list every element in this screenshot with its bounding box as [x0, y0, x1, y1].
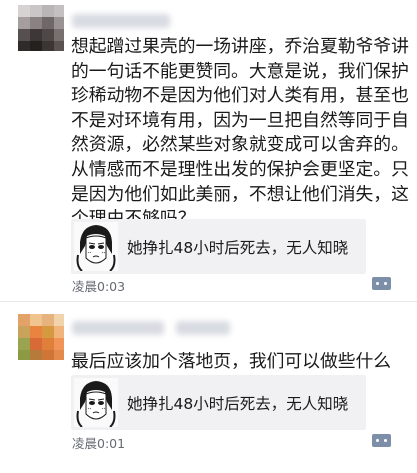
link-card-title: 她挣扎48小时后死去，无人知晓 [127, 239, 349, 257]
post-time: 凌晨0:01 [72, 436, 126, 451]
link-card-title: 她挣扎48小时后死去，无人知晓 [127, 395, 349, 413]
manga-face-thumbnail [74, 378, 118, 427]
comment-icon[interactable] [372, 434, 391, 447]
avatar[interactable] [18, 314, 64, 360]
link-card[interactable]: 她挣扎48小时后死去，无人知晓 [71, 375, 366, 430]
link-card[interactable]: 她挣扎48小时后死去，无人知晓 [71, 219, 366, 274]
comment-icon[interactable] [372, 277, 391, 290]
manga-face-thumbnail [74, 222, 118, 271]
post-text: 想起蹭过果壳的一场讲座，乔治夏勒爷爷讲的一句话不能更赞同。大意是说，我们保护珍稀… [71, 36, 409, 229]
username-redacted[interactable] [72, 321, 164, 335]
post-text: 最后应该加个落地页，我们可以做些什么 [71, 351, 392, 372]
post-time: 凌晨0:03 [72, 279, 126, 294]
username-redacted [176, 321, 230, 335]
moment-post: 想起蹭过果壳的一场讲座，乔治夏勒爷爷讲的一句话不能更赞同。大意是说，我们保护珍稀… [0, 0, 417, 302]
avatar[interactable] [18, 5, 64, 51]
username-redacted[interactable] [72, 14, 170, 28]
moment-post: 最后应该加个落地页，我们可以做些什么 她挣扎48小时后死去，无人知晓 凌晨0:0… [0, 302, 417, 473]
